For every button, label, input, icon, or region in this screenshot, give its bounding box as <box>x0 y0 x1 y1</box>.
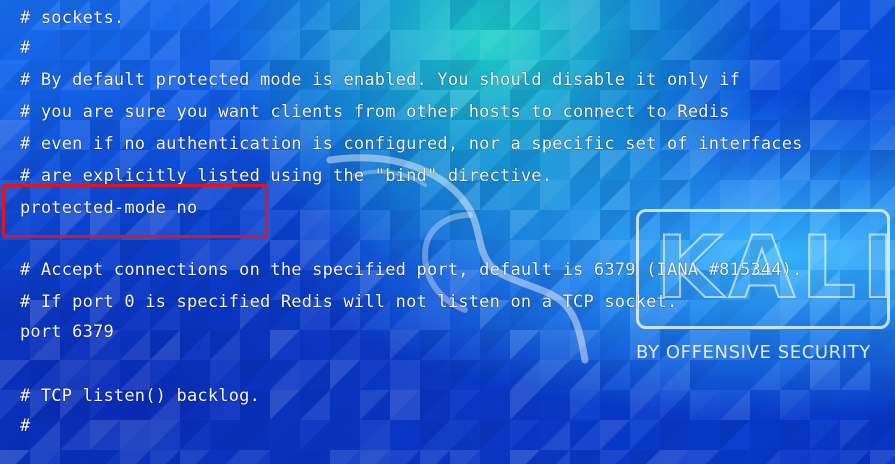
config-line: # you are sure you want clients from oth… <box>20 102 730 122</box>
terminal-output: # sockets. # # By default protected mode… <box>0 0 895 464</box>
config-line: # TCP listen() backlog. <box>20 386 261 406</box>
highlight-annotation-box <box>2 184 268 238</box>
config-line: # Accept connections on the specified po… <box>20 260 803 280</box>
config-line: # <box>20 416 31 436</box>
config-line: # If port 0 is specified Redis will not … <box>20 292 678 312</box>
config-line: # By default protected mode is enabled. … <box>20 70 741 90</box>
config-line: # even if no authentication is configure… <box>20 134 803 154</box>
port-setting: port 6379 <box>20 322 114 342</box>
config-line: # sockets. <box>20 8 125 28</box>
config-line: # <box>20 38 31 58</box>
